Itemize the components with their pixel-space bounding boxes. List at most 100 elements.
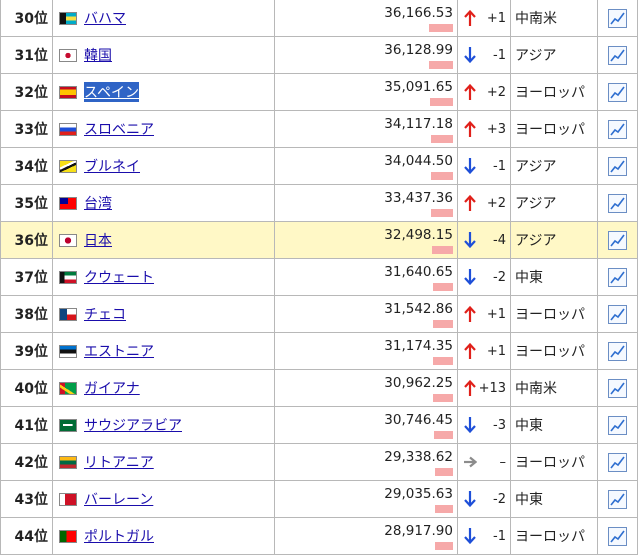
rank-cell: 41位 bbox=[0, 406, 53, 444]
change-text: +1 bbox=[486, 306, 506, 322]
rank-cell: 37位 bbox=[0, 258, 53, 296]
value-text: 31,174.35 bbox=[384, 338, 453, 354]
table-row: 42位 リトアニア 29,338.62 – ヨーロッパ bbox=[0, 443, 638, 481]
country-link[interactable]: リトアニア bbox=[84, 452, 154, 472]
line-chart-icon[interactable] bbox=[608, 82, 627, 102]
arrow-up-icon bbox=[463, 120, 477, 138]
value-cell: 36,166.53 bbox=[274, 0, 458, 37]
value-bar bbox=[433, 394, 453, 402]
arrow-down-icon bbox=[463, 157, 477, 175]
graph-cell bbox=[597, 0, 638, 37]
rank-label: 43位 bbox=[14, 492, 48, 508]
value-text: 30,746.45 bbox=[384, 412, 453, 428]
value-cell: 31,640.65 bbox=[274, 258, 458, 296]
value-bar bbox=[433, 357, 453, 365]
region-text: 中東 bbox=[515, 418, 543, 434]
country-link[interactable]: 韓国 bbox=[84, 45, 112, 65]
table-row: 34位 ブルネイ 34,044.50 -1 アジア bbox=[0, 147, 638, 185]
country-link[interactable]: チェコ bbox=[84, 304, 126, 324]
arrow-down-icon bbox=[463, 46, 477, 64]
country-link[interactable]: ポルトガル bbox=[84, 526, 154, 546]
line-chart-icon[interactable] bbox=[608, 45, 627, 65]
spain-flag-icon bbox=[59, 85, 77, 99]
country-link[interactable]: スペイン bbox=[84, 82, 140, 102]
region-text: アジア bbox=[515, 159, 557, 175]
line-chart-icon[interactable] bbox=[608, 526, 627, 546]
country-link[interactable]: エストニア bbox=[84, 341, 154, 361]
change-cell: +1 bbox=[457, 295, 511, 333]
value-cell: 36,128.99 bbox=[274, 36, 458, 74]
line-chart-icon[interactable] bbox=[608, 489, 627, 509]
country-link[interactable]: スロベニア bbox=[84, 119, 154, 139]
country-cell: ブルネイ bbox=[52, 147, 275, 185]
country-cell: スロベニア bbox=[52, 110, 275, 148]
country-link[interactable]: 日本 bbox=[84, 230, 112, 250]
line-chart-icon[interactable] bbox=[608, 8, 627, 28]
rank-label: 44位 bbox=[14, 529, 48, 545]
value-text: 34,044.50 bbox=[384, 153, 453, 169]
change-text: +1 bbox=[486, 10, 506, 26]
country-link[interactable]: ガイアナ bbox=[84, 378, 140, 398]
value-text: 36,166.53 bbox=[384, 5, 453, 21]
arrow-up-icon bbox=[463, 379, 477, 397]
brunei-flag-icon bbox=[59, 159, 77, 173]
change-text: +1 bbox=[486, 343, 506, 359]
change-text: -2 bbox=[493, 491, 506, 507]
rank-label: 36位 bbox=[14, 233, 48, 249]
country-cell: チェコ bbox=[52, 295, 275, 333]
line-chart-icon[interactable] bbox=[608, 452, 627, 472]
line-chart-icon[interactable] bbox=[608, 119, 627, 139]
country-cell: ガイアナ bbox=[52, 369, 275, 407]
arrow-up-icon bbox=[463, 305, 477, 323]
line-chart-icon[interactable] bbox=[608, 341, 627, 361]
line-chart-icon[interactable] bbox=[608, 415, 627, 435]
change-text: -3 bbox=[493, 417, 506, 433]
arrow-up-icon bbox=[463, 83, 477, 101]
rank-label: 30位 bbox=[14, 11, 48, 27]
country-link[interactable]: クウェート bbox=[84, 267, 154, 287]
line-chart-icon[interactable] bbox=[608, 156, 627, 176]
value-text: 34,117.18 bbox=[384, 116, 453, 132]
rank-label: 31位 bbox=[14, 48, 48, 64]
value-text: 29,338.62 bbox=[384, 449, 453, 465]
table-row: 30位 バハマ 36,166.53 +1 中南米 bbox=[0, 0, 638, 37]
country-link[interactable]: バハマ bbox=[84, 8, 126, 28]
japan-flag-icon bbox=[59, 233, 77, 247]
line-chart-icon[interactable] bbox=[608, 230, 627, 250]
value-bar bbox=[432, 246, 453, 254]
value-text: 28,917.90 bbox=[384, 523, 453, 539]
table-row: 32位 スペイン 35,091.65 +2 ヨーロッパ bbox=[0, 73, 638, 111]
value-cell: 33,437.36 bbox=[274, 184, 458, 222]
line-chart-icon[interactable] bbox=[608, 304, 627, 324]
country-link[interactable]: バーレーン bbox=[84, 489, 153, 509]
line-chart-icon[interactable] bbox=[608, 378, 627, 398]
change-text: -1 bbox=[493, 528, 506, 544]
change-text: +3 bbox=[486, 121, 506, 137]
change-cell: +1 bbox=[457, 0, 511, 37]
bahamas-flag-icon bbox=[59, 11, 77, 25]
region-text: 中東 bbox=[515, 270, 543, 286]
value-text: 29,035.63 bbox=[384, 486, 453, 502]
line-chart-icon[interactable] bbox=[608, 267, 627, 287]
country-link[interactable]: 台湾 bbox=[84, 193, 112, 213]
rank-label: 35位 bbox=[14, 196, 48, 212]
value-text: 32,498.15 bbox=[384, 227, 453, 243]
guyana-flag-icon bbox=[59, 381, 77, 395]
country-cell: バハマ bbox=[52, 0, 275, 37]
arrow-down-icon bbox=[463, 416, 477, 434]
graph-cell bbox=[597, 295, 638, 333]
country-link[interactable]: サウジアラビア bbox=[84, 415, 182, 435]
region-text: アジア bbox=[515, 196, 557, 212]
region-cell: 中東 bbox=[510, 480, 598, 518]
value-bar bbox=[429, 24, 453, 32]
change-cell: -2 bbox=[457, 258, 511, 296]
country-link[interactable]: ブルネイ bbox=[84, 156, 140, 176]
graph-cell bbox=[597, 110, 638, 148]
value-cell: 31,542.86 bbox=[274, 295, 458, 333]
table-row: 40位 ガイアナ 30,962.25 +13 中南米 bbox=[0, 369, 638, 407]
graph-cell bbox=[597, 369, 638, 407]
arrow-down-icon bbox=[463, 490, 477, 508]
rank-cell: 35位 bbox=[0, 184, 53, 222]
line-chart-icon[interactable] bbox=[608, 193, 627, 213]
region-cell: ヨーロッパ bbox=[510, 295, 598, 333]
